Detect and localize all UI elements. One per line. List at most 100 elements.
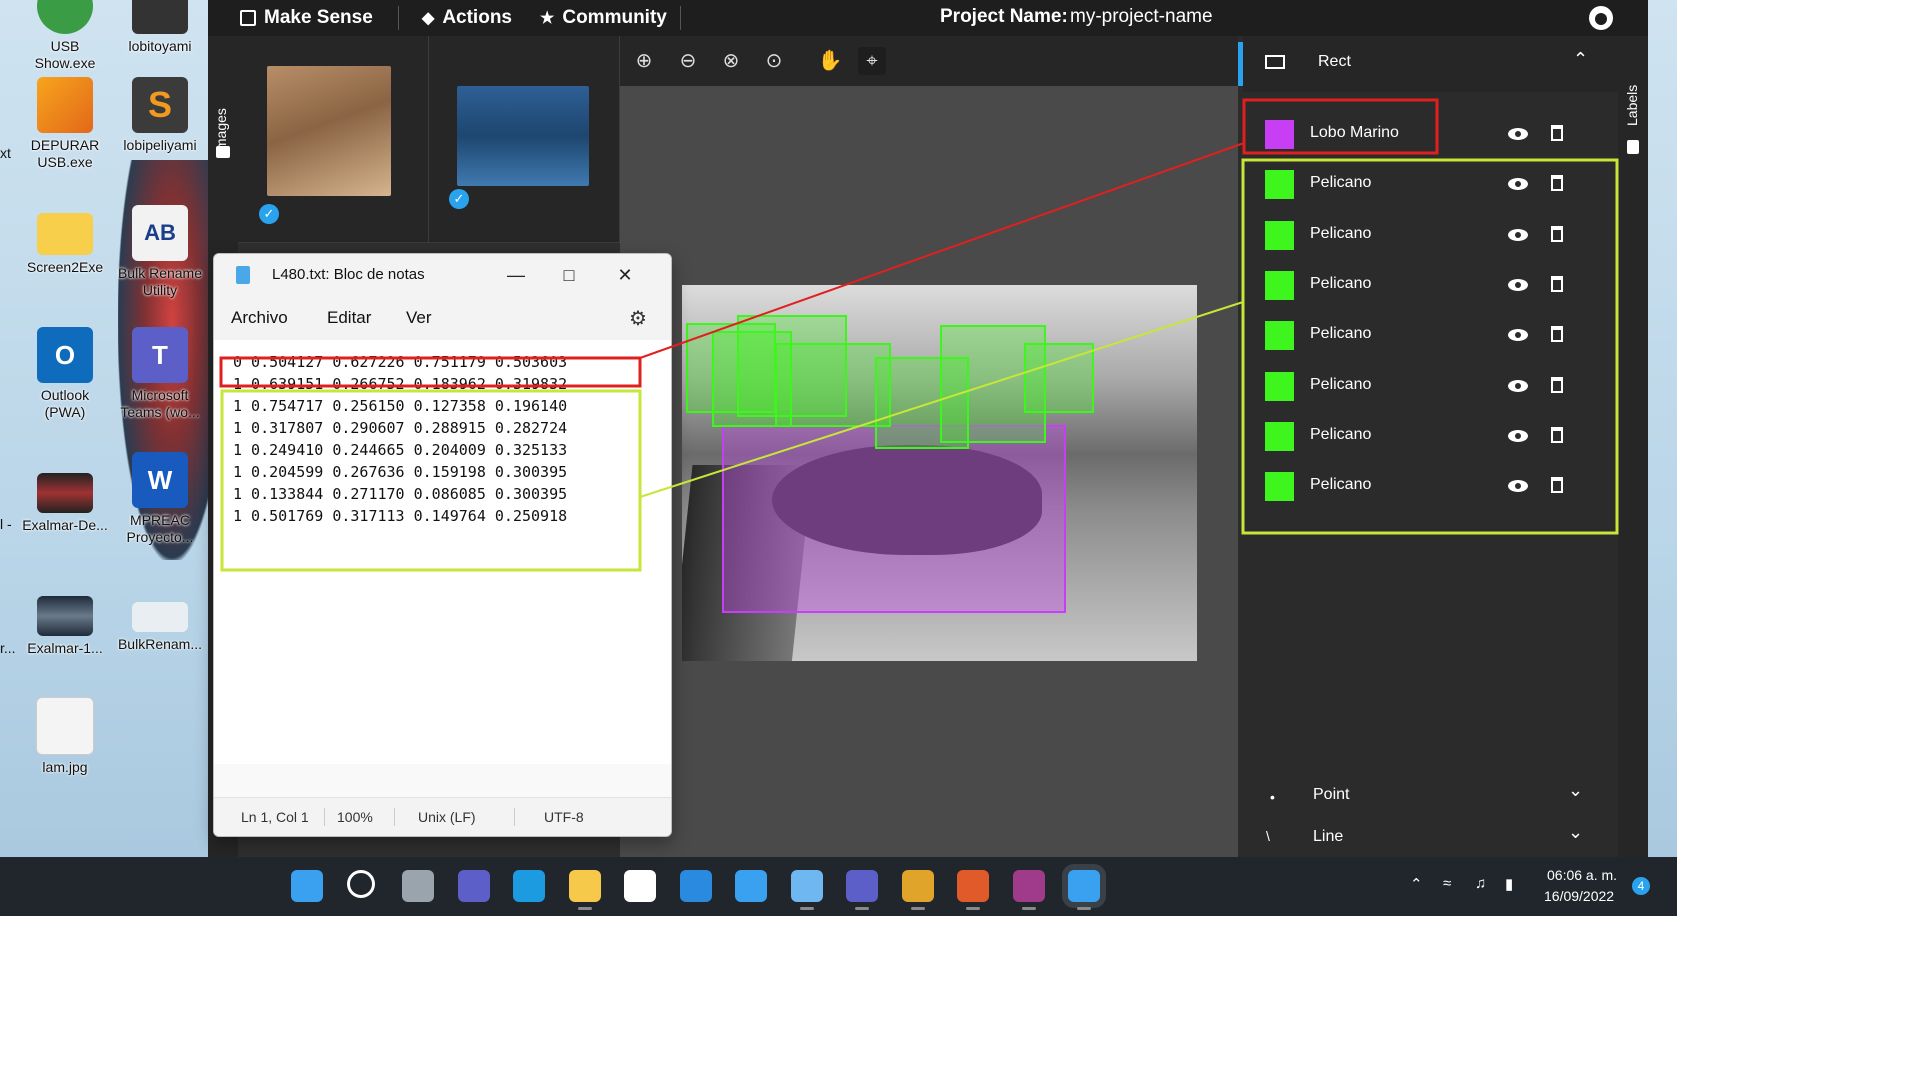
- minimize-icon[interactable]: —: [496, 260, 536, 290]
- wifi-icon[interactable]: ≈: [1443, 875, 1451, 892]
- desktop-icon-outlook[interactable]: O Outlook (PWA): [20, 327, 110, 421]
- desktop-icon-lam-jpg[interactable]: lam.jpg: [20, 697, 110, 776]
- label-name[interactable]: Pelicano: [1310, 426, 1371, 444]
- menu-editar[interactable]: Editar: [327, 308, 371, 328]
- teams-icon[interactable]: [846, 870, 878, 910]
- eye-icon[interactable]: [1508, 429, 1528, 442]
- notepad-text-area[interactable]: 0 0.504127 0.627226 0.751179 0.503603 1 0…: [214, 340, 671, 764]
- clock-date[interactable]: 16/09/2022: [1544, 888, 1614, 904]
- label-row[interactable]: Lobo Marino: [1238, 109, 1618, 159]
- trash-icon[interactable]: [1551, 376, 1563, 393]
- label-name[interactable]: Lobo Marino: [1310, 124, 1399, 142]
- label-row[interactable]: Pelicano: [1238, 210, 1618, 260]
- edge-icon[interactable]: [513, 870, 545, 902]
- crosshair-icon[interactable]: ⌖: [858, 47, 886, 75]
- maximize-icon[interactable]: □: [549, 260, 589, 290]
- point-section-header[interactable]: • Point ⌄: [1238, 776, 1618, 816]
- clock-time[interactable]: 06:06 a. m.: [1547, 867, 1617, 883]
- annotation-canvas[interactable]: [620, 86, 1238, 857]
- label-name[interactable]: Pelicano: [1310, 174, 1371, 192]
- label-row[interactable]: Pelicano: [1238, 411, 1618, 461]
- label-color-swatch[interactable]: [1265, 472, 1294, 502]
- eye-icon[interactable]: [1508, 278, 1528, 291]
- menu-ver[interactable]: Ver: [406, 308, 432, 328]
- eye-icon[interactable]: [1508, 228, 1528, 241]
- eye-icon[interactable]: [1508, 329, 1528, 342]
- project-name-field[interactable]: my-project-name: [1070, 6, 1213, 28]
- label-name[interactable]: Pelicano: [1310, 225, 1371, 243]
- trash-icon[interactable]: [1551, 125, 1563, 141]
- make-sense-menu[interactable]: Make Sense: [240, 6, 373, 30]
- desktop-icon-teams[interactable]: T Microsoft Teams (wo...: [115, 327, 205, 421]
- desktop-icon-bulk-rename-utility[interactable]: AB Bulk Rename Utility: [115, 205, 205, 299]
- notification-badge[interactable]: 4: [1632, 877, 1650, 895]
- chevron-up-icon[interactable]: ⌃: [1410, 875, 1423, 893]
- desktop-icon-lobitoyami[interactable]: lobitoyami: [115, 0, 205, 55]
- label-color-swatch[interactable]: [1265, 421, 1294, 451]
- label-row[interactable]: Pelicano: [1238, 361, 1618, 411]
- trash-icon[interactable]: [1551, 477, 1563, 494]
- pelicano-box[interactable]: [1024, 343, 1094, 413]
- start-icon[interactable]: [291, 870, 323, 902]
- label-name[interactable]: Pelicano: [1310, 325, 1371, 343]
- eye-icon[interactable]: [1508, 379, 1528, 392]
- label-row[interactable]: Pelicano: [1238, 461, 1618, 511]
- trash-icon[interactable]: [1551, 275, 1563, 292]
- label-color-swatch[interactable]: [1265, 120, 1294, 149]
- mail-icon[interactable]: [679, 870, 712, 902]
- label-row[interactable]: Pelicano: [1238, 159, 1618, 209]
- trash-icon[interactable]: [1551, 426, 1563, 443]
- desktop-icon-bulkrenam[interactable]: BulkRenam...: [115, 588, 205, 653]
- label-color-swatch[interactable]: [1265, 220, 1294, 250]
- eye-icon[interactable]: [1508, 178, 1528, 191]
- actions-menu[interactable]: ◆ Actions: [422, 6, 512, 30]
- chrome-icon[interactable]: [901, 870, 934, 910]
- labels-side-tab[interactable]: Labels: [1618, 36, 1648, 857]
- line-section-header[interactable]: \ Line ⌄: [1238, 818, 1618, 857]
- winrar-icon[interactable]: [1012, 870, 1045, 910]
- label-color-swatch[interactable]: [1265, 371, 1294, 401]
- notepad-icon[interactable]: [1068, 870, 1100, 910]
- rect-section-header[interactable]: Rect ⌃: [1243, 36, 1618, 92]
- battery-icon[interactable]: ▮: [1505, 875, 1513, 893]
- chat-icon[interactable]: [457, 870, 490, 902]
- label-row[interactable]: Pelicano: [1238, 260, 1618, 310]
- desktop-icon-usb-show[interactable]: USB Show.exe: [20, 0, 110, 72]
- trash-icon[interactable]: [1551, 175, 1563, 192]
- community-menu[interactable]: ★ Community: [540, 6, 667, 30]
- desktop-icon-mpreac[interactable]: W MPREAC Proyecto...: [115, 452, 205, 546]
- eye-icon[interactable]: [1508, 128, 1528, 140]
- hand-icon[interactable]: ✋: [816, 47, 844, 75]
- desktop-icon-depurar-usb[interactable]: DEPURAR USB.exe: [20, 77, 110, 171]
- close-icon[interactable]: ✕: [605, 260, 645, 290]
- label-color-swatch[interactable]: [1265, 321, 1294, 351]
- thumbnail-item[interactable]: ✓: [429, 36, 620, 243]
- zoom-fit-icon[interactable]: ⊗: [717, 47, 745, 75]
- zoom-reset-icon[interactable]: ⊙: [760, 47, 788, 75]
- desktop-icon-exalmar-1[interactable]: Exalmar-1...: [20, 588, 110, 657]
- thumbnail-item[interactable]: ✓: [238, 36, 429, 243]
- label-row[interactable]: Pelicano: [1238, 310, 1618, 360]
- github-icon[interactable]: [1589, 6, 1613, 30]
- trash-icon[interactable]: [1551, 326, 1563, 343]
- task-view-icon[interactable]: [402, 870, 434, 902]
- trash-icon[interactable]: [1551, 225, 1563, 242]
- notepad-title-bar[interactable]: L480.txt: Bloc de notas — □ ✕: [214, 254, 671, 296]
- zoom-out-icon[interactable]: ⊖: [674, 47, 702, 75]
- chrome-profile-icon[interactable]: [957, 870, 989, 910]
- search-icon[interactable]: [346, 870, 375, 898]
- volume-icon[interactable]: ♫: [1475, 875, 1486, 892]
- label-name[interactable]: Pelicano: [1310, 476, 1371, 494]
- file-explorer-icon[interactable]: [568, 870, 601, 910]
- desktop-icon-exalmar-de[interactable]: Exalmar-De...: [20, 465, 110, 534]
- eye-icon[interactable]: [1508, 480, 1528, 493]
- settings-gear-icon[interactable]: ⚙: [629, 306, 647, 331]
- lobo-marino-box[interactable]: [722, 425, 1066, 613]
- menu-archivo[interactable]: Archivo: [231, 308, 288, 328]
- label-color-swatch[interactable]: [1265, 270, 1294, 300]
- pelicano-box[interactable]: [775, 343, 891, 427]
- label-name[interactable]: Pelicano: [1310, 275, 1371, 293]
- photos-icon[interactable]: [735, 870, 767, 902]
- desktop-icon-lobipeliyami[interactable]: S lobipeliyami: [115, 77, 205, 154]
- label-color-swatch[interactable]: [1265, 170, 1294, 200]
